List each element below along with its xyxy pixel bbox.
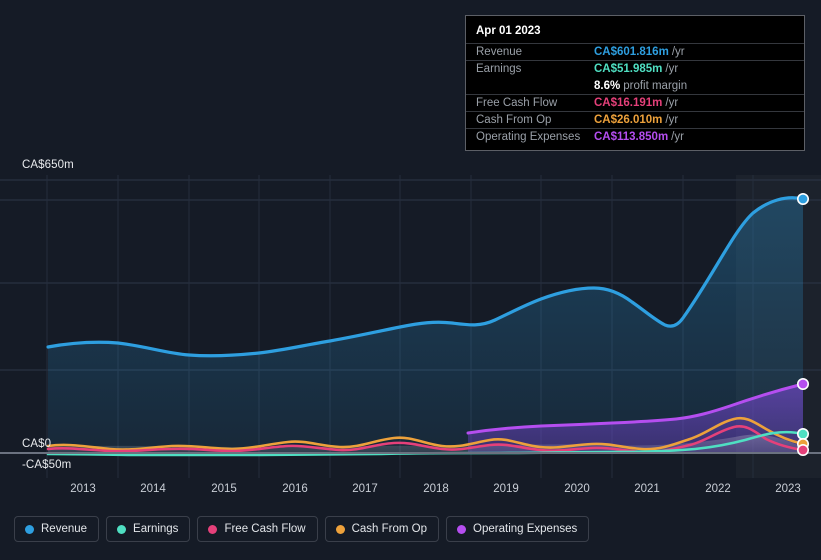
- chart-legend[interactable]: Revenue Earnings Free Cash Flow Cash From O…: [14, 516, 590, 542]
- tooltip-row-label: Free Cash Flow: [476, 97, 558, 109]
- chart-page: CA$650m CA$0 -CA$50m 2013 2014 2015 2016 201…: [0, 0, 821, 560]
- legend-item-operating-expenses[interactable]: Operating Expenses: [446, 516, 590, 542]
- legend-item-free-cash-flow[interactable]: Free Cash Flow: [197, 516, 318, 542]
- y-axis-bottom-label: -CA$50m: [22, 459, 72, 471]
- free-cash-flow-endpoint-marker: [796, 443, 809, 456]
- tooltip-row-value: CA$16.191m/yr: [594, 97, 679, 109]
- revenue-endpoint-marker: [796, 192, 809, 205]
- tooltip-row-value: CA$51.985m/yr: [594, 63, 679, 75]
- x-axis-tick-2013: 2013: [70, 483, 96, 495]
- x-axis-tick-2014: 2014: [140, 483, 166, 495]
- tooltip-row-unit: /yr: [665, 114, 679, 126]
- legend-item-label: Earnings: [133, 523, 179, 535]
- x-axis-tick-2018: 2018: [423, 483, 449, 495]
- y-axis-zero-label: CA$0: [22, 438, 52, 450]
- tooltip-row: Cash From Op CA$26.010m/yr: [466, 111, 804, 128]
- tooltip-row-label: Operating Expenses: [476, 131, 581, 143]
- legend-item-revenue[interactable]: Revenue: [14, 516, 100, 542]
- legend-item-cash-from-op[interactable]: Cash From Op: [324, 516, 440, 542]
- x-axis-tick-2019: 2019: [493, 483, 519, 495]
- x-axis: 2013 2014 2015 2016 2017 2018 2019 2020 2021 2022…: [0, 483, 821, 503]
- x-axis-tick-2017: 2017: [352, 483, 378, 495]
- legend-color-dot-icon: [457, 524, 467, 534]
- data-tooltip: Apr 01 2023 Revenue CA$601.816m/yr Earning…: [465, 15, 805, 151]
- x-axis-tick-2023: 2023: [775, 483, 801, 495]
- tooltip-row: Free Cash Flow CA$16.191m/yr: [466, 94, 804, 111]
- financial-area-chart: [0, 175, 821, 478]
- chart-plot-area: [0, 175, 821, 478]
- tooltip-row-label: Cash From Op: [476, 114, 552, 126]
- tooltip-row: Earnings CA$51.985m/yr: [466, 60, 804, 77]
- tooltip-rows: Revenue CA$601.816m/yr Earnings CA$51.985m /…: [466, 43, 804, 145]
- legend-color-dot-icon: [335, 524, 345, 534]
- revenue-area: [48, 197, 803, 452]
- legend-item-earnings[interactable]: Earnings: [106, 516, 191, 542]
- tooltip-row-unit: profit margin: [623, 79, 688, 92]
- tooltip-row-unit: /yr: [665, 63, 679, 75]
- tooltip-row-value: 8.6% profit margin: [594, 79, 688, 92]
- legend-color-dot-icon: [208, 524, 218, 534]
- earnings-endpoint-marker: [796, 428, 809, 441]
- tooltip-row-value: CA$601.816m/yr: [594, 46, 685, 58]
- tooltip-row-label: Revenue: [476, 46, 523, 58]
- y-axis-top-label: CA$650m: [22, 159, 74, 171]
- tooltip-row-unit: /yr: [671, 46, 685, 58]
- x-axis-tick-2015: 2015: [211, 483, 237, 495]
- tooltip-row: 8.6% profit margin: [466, 77, 804, 94]
- legend-item-label: Free Cash Flow: [224, 523, 306, 535]
- tooltip-row-unit: /yr: [665, 97, 679, 109]
- x-axis-tick-2021: 2021: [634, 483, 660, 495]
- legend-item-label: Revenue: [41, 523, 88, 535]
- tooltip-row-value: CA$26.010m/yr: [594, 114, 679, 126]
- tooltip-row: Revenue CA$601.816m/yr: [466, 43, 804, 60]
- tooltip-row: Operating Expenses CA$113.850m/yr: [466, 128, 804, 145]
- tooltip-row-label: Earnings: [476, 63, 522, 75]
- legend-color-dot-icon: [117, 524, 127, 534]
- tooltip-row-value: CA$113.850m/yr: [594, 131, 684, 143]
- tooltip-row-unit: /yr: [671, 131, 684, 143]
- legend-color-dot-icon: [25, 524, 34, 534]
- x-axis-tick-2016: 2016: [282, 483, 308, 495]
- legend-item-label: Cash From Op: [351, 523, 428, 535]
- x-axis-tick-2022: 2022: [705, 483, 731, 495]
- operating-expenses-endpoint-marker: [796, 378, 809, 391]
- x-axis-tick-2020: 2020: [564, 483, 590, 495]
- legend-item-label: Operating Expenses: [473, 523, 578, 535]
- tooltip-date: Apr 01 2023: [476, 25, 541, 37]
